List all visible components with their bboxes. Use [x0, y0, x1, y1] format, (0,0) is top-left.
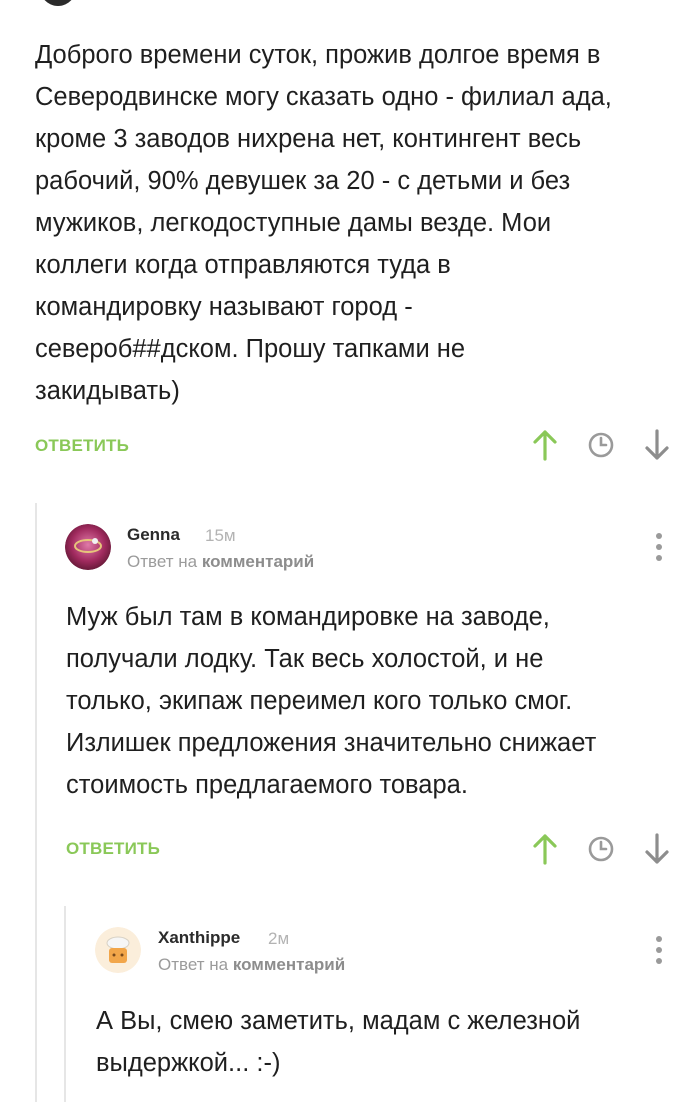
reply-to-prefix: Ответ на	[127, 552, 198, 571]
reply-to-link[interactable]: комментарий	[233, 955, 345, 974]
clock-icon[interactable]	[586, 428, 616, 462]
avatar-image	[95, 927, 141, 973]
comment-body: Муж был там в командировке на заводе, по…	[66, 603, 597, 799]
reply-to-info: Ответ на комментарий	[127, 552, 314, 572]
thread-line	[64, 906, 66, 1102]
thread-line	[35, 503, 37, 1102]
avatar-image	[65, 524, 111, 570]
comment-body: Доброго времени суток, прожив долгое вре…	[35, 41, 612, 405]
author-name[interactable]: Genna	[127, 525, 180, 545]
reply-to-info: Ответ на комментарий	[158, 955, 345, 975]
comment-body: А Вы, смею заметить, мадам с железной вы…	[96, 1007, 581, 1077]
vote-controls	[530, 428, 672, 462]
reply-to-link[interactable]: комментарий	[202, 552, 314, 571]
timestamp: 2м	[268, 929, 290, 948]
arrow-up-icon[interactable]	[530, 832, 560, 866]
clock-icon[interactable]	[586, 832, 616, 866]
more-vertical-icon[interactable]	[649, 936, 669, 970]
arrow-down-icon[interactable]	[642, 428, 672, 462]
reply-button[interactable]: ОТВЕТИТЬ	[35, 436, 129, 456]
comment-header: Xanthippe 2м Ответ на комментарий	[95, 927, 685, 987]
vote-controls	[530, 832, 672, 866]
timestamp: 15м	[205, 526, 236, 545]
author-name[interactable]: Xanthippe	[158, 928, 240, 948]
avatar[interactable]	[65, 524, 111, 570]
arrow-down-icon[interactable]	[642, 832, 672, 866]
avatar[interactable]	[95, 927, 141, 973]
reply-button[interactable]: ОТВЕТИТЬ	[66, 839, 160, 859]
arrow-up-icon[interactable]	[530, 428, 560, 462]
more-vertical-icon[interactable]	[649, 533, 669, 567]
comments-page: Доброго времени суток, прожив долгое вре…	[0, 0, 700, 1102]
avatar[interactable]	[38, 0, 78, 6]
reply-to-prefix: Ответ на	[158, 955, 229, 974]
comment-header: Genna 15м Ответ на комментарий	[65, 524, 685, 584]
